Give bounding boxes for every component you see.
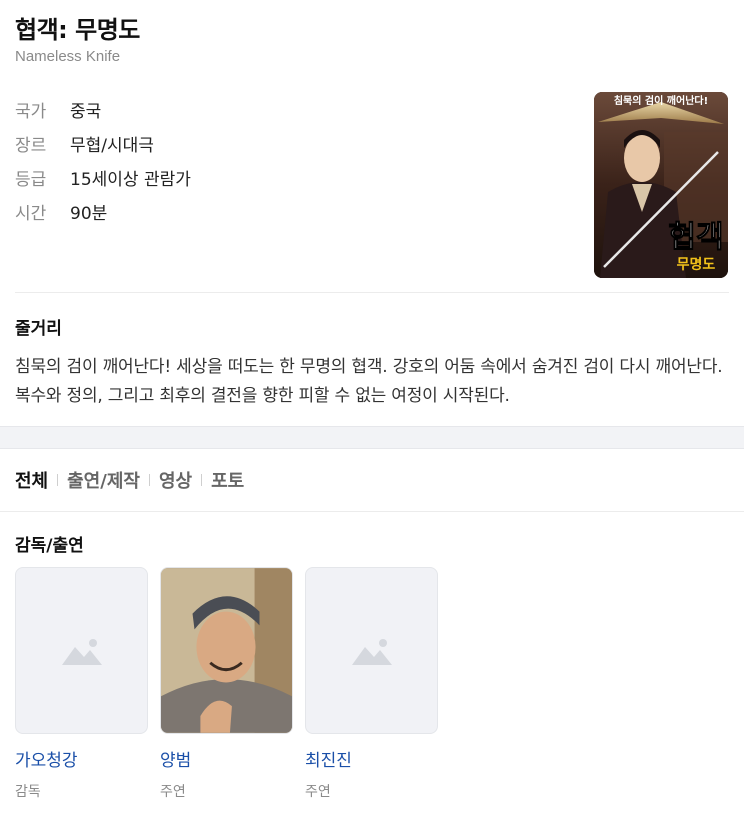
info-row-country: 국가 중국 xyxy=(15,92,191,126)
info-key: 등급 xyxy=(15,169,47,190)
cast-photo[interactable] xyxy=(305,567,438,734)
poster-subtitle: 무명도 xyxy=(677,256,716,273)
cast-heading: 감독/출연 xyxy=(15,536,84,556)
cast-list: 가오청강 감독 양범 주연 최진진 주연 xyxy=(15,567,438,801)
cast-card[interactable]: 양범 주연 xyxy=(160,567,293,801)
content-tabs: 전체 출연/제작 영상 포토 xyxy=(15,467,244,493)
tab-photos[interactable]: 포토 xyxy=(211,467,244,493)
synopsis-heading: 줄거리 xyxy=(15,319,62,339)
divider xyxy=(0,511,744,512)
tab-all[interactable]: 전체 xyxy=(15,467,48,493)
info-row-runtime: 시간 90분 xyxy=(15,194,191,228)
movie-poster[interactable]: 침묵의 검이 깨어난다! 협객 무명도 xyxy=(594,92,728,278)
tab-separator xyxy=(148,474,150,486)
movie-title: 협객: 무명도 xyxy=(15,16,140,44)
tab-separator xyxy=(201,474,203,486)
portrait-photo xyxy=(161,568,292,733)
placeholder-image-icon xyxy=(61,638,102,665)
cast-card[interactable]: 가오청강 감독 xyxy=(15,567,148,801)
tab-videos[interactable]: 영상 xyxy=(159,467,192,493)
movie-original-title: Nameless Knife xyxy=(15,48,121,65)
divider xyxy=(15,292,729,293)
synopsis-text: 침묵의 검이 깨어난다! 세상을 떠도는 한 무명의 협객. 강호의 어둠 속에… xyxy=(15,357,723,406)
info-row-genre: 장르 무협/시대극 xyxy=(15,126,191,160)
info-value: 중국 xyxy=(70,101,102,122)
poster-image: 침묵의 검이 깨어난다! 협객 무명도 xyxy=(594,92,728,278)
info-key: 시간 xyxy=(15,203,47,224)
movie-header: 협객: 무명도 Nameless Knife 국가 중국 장르 무협/시대극 등… xyxy=(0,0,744,292)
cast-name[interactable]: 최진진 xyxy=(305,746,438,771)
cast-name[interactable]: 가오청강 xyxy=(15,746,148,771)
cast-role: 주연 xyxy=(305,784,331,800)
cast-photo[interactable] xyxy=(160,567,293,734)
poster-tagline: 침묵의 검이 깨어난다! xyxy=(614,94,708,107)
cast-role: 감독 xyxy=(15,784,41,800)
tab-cast-crew[interactable]: 출연/제작 xyxy=(67,467,140,493)
movie-info-list: 국가 중국 장르 무협/시대극 등급 15세이상 관람가 시간 90분 xyxy=(15,92,191,228)
info-key: 국가 xyxy=(15,101,47,122)
cast-role: 주연 xyxy=(160,784,186,800)
tab-separator xyxy=(57,474,59,486)
info-row-rating: 등급 15세이상 관람가 xyxy=(15,160,191,194)
section-separator-band xyxy=(0,426,744,449)
cast-card[interactable]: 최진진 주연 xyxy=(305,567,438,801)
cast-photo[interactable] xyxy=(15,567,148,734)
info-value: 무협/시대극 xyxy=(70,135,154,156)
placeholder-image-icon xyxy=(351,638,392,665)
synopsis-section: 줄거리 침묵의 검이 깨어난다! 세상을 떠도는 한 무명의 협객. 강호의 어… xyxy=(15,314,730,411)
poster-title: 협객 xyxy=(668,220,723,255)
info-key: 장르 xyxy=(15,135,47,156)
info-value: 90분 xyxy=(70,203,108,224)
cast-name[interactable]: 양범 xyxy=(160,746,293,771)
info-value: 15세이상 관람가 xyxy=(70,169,191,190)
